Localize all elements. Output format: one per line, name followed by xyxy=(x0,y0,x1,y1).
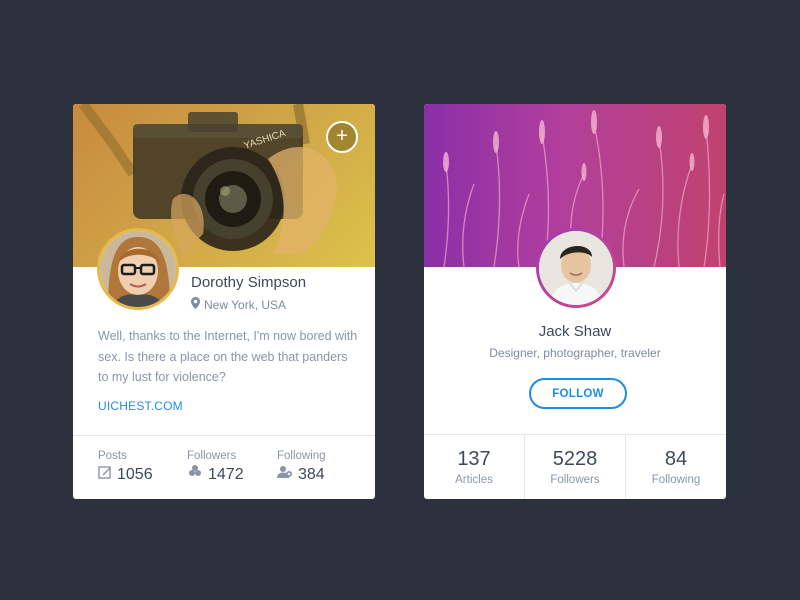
location-pin-icon xyxy=(191,297,200,312)
stat-value: 1056 xyxy=(117,465,153,483)
stats-bar: 137 Articles 5228 Followers 84 Following xyxy=(424,434,726,499)
avatar-jack xyxy=(536,228,616,308)
stat-label: Articles xyxy=(455,474,493,486)
stat-followers[interactable]: Followers 1472 xyxy=(187,450,244,484)
stat-label: Following xyxy=(651,474,701,486)
stat-following[interactable]: 84 Following xyxy=(626,435,726,499)
stats-bar: Posts 1056 Followers 1472 Following 384 xyxy=(73,435,375,499)
profile-name: Dorothy Simpson xyxy=(191,274,307,291)
stat-label: Followers xyxy=(550,474,600,486)
stat-label: Followers xyxy=(187,450,237,462)
edit-icon xyxy=(98,465,112,484)
stat-value: 137 xyxy=(457,448,491,470)
stat-value: 5228 xyxy=(552,448,598,470)
stat-articles[interactable]: 137 Articles xyxy=(424,435,525,499)
profile-location: New York, USA xyxy=(191,297,286,312)
profile-card-jack: Jack Shaw Designer, photographer, travel… xyxy=(424,104,726,499)
website-link[interactable]: UICHEST.COM xyxy=(98,399,183,413)
following-icon xyxy=(277,465,293,484)
stat-value: 384 xyxy=(298,465,325,483)
stat-value: 1472 xyxy=(208,465,244,483)
stat-following[interactable]: Following 384 xyxy=(277,450,326,484)
profile-role: Designer, photographer, traveler xyxy=(489,346,661,360)
stat-value: 84 xyxy=(664,448,688,470)
profile-bio: Well, thanks to the Internet, I'm now bo… xyxy=(98,329,358,384)
avatar-dorothy xyxy=(97,228,179,310)
stat-label: Posts xyxy=(98,450,127,462)
stat-label: Following xyxy=(277,450,326,462)
stat-posts[interactable]: Posts 1056 xyxy=(98,450,153,484)
location-text: New York, USA xyxy=(204,297,287,312)
followers-icon xyxy=(187,465,203,484)
profile-name: Jack Shaw xyxy=(538,323,612,340)
stat-followers[interactable]: 5228 Followers xyxy=(525,435,626,499)
follow-button[interactable]: FOLLOW xyxy=(529,378,627,409)
add-button[interactable]: + xyxy=(326,121,358,153)
profile-card-dorothy: YASHICA + Dorothy Simpson New York, USA … xyxy=(73,104,375,499)
